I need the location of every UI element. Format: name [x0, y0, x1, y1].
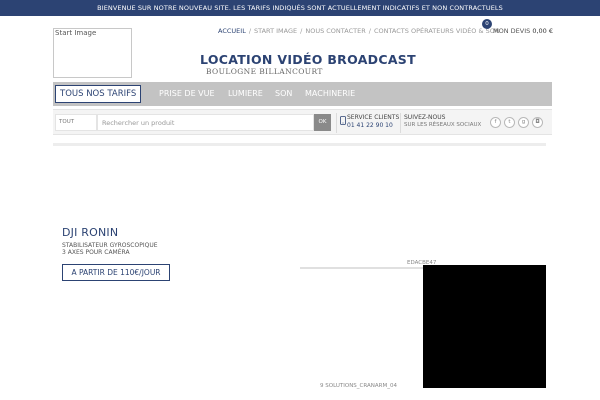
slide-title: DJI RONIN: [62, 226, 119, 239]
nav-item-lumiere[interactable]: LUMIERE: [228, 82, 263, 106]
site-logo[interactable]: Start Image: [53, 28, 132, 78]
breadcrumb-start-image-link[interactable]: START IMAGE: [254, 27, 297, 35]
site-title[interactable]: LOCATION VIDÉO BROADCAST: [200, 52, 416, 67]
search-input[interactable]: [97, 114, 314, 131]
nav-item-tous-nos-tarifs[interactable]: TOUS NOS TARIFS: [55, 85, 142, 103]
breadcrumb-operators-link[interactable]: CONTACTS OPÉRATEURS VIDÉO & SON: [374, 27, 500, 35]
nav-item-prise-de-vue[interactable]: PRISE DE VUE: [159, 82, 215, 106]
follow-us-label: SUIVEZ-NOUS: [404, 114, 446, 121]
video-player[interactable]: [423, 265, 546, 388]
service-clients-label: SERVICE CLIENTS: [347, 114, 400, 121]
search-category-select[interactable]: TOUT: [55, 114, 97, 131]
breadcrumb: ACCUEIL / START IMAGE / NOUS CONTACTER / CONTA…: [218, 27, 500, 35]
cart-link[interactable]: MON DEVIS 0,00 €: [493, 27, 553, 35]
service-phone-number[interactable]: 01 41 22 90 10: [347, 122, 393, 129]
follow-us-subtitle: SUR LES RÉSEAUX SOCIAUX: [404, 122, 482, 128]
announcement-bar: BIENVENUE SUR NOTRE NOUVEAU SITE. LES TA…: [0, 0, 600, 16]
divider: [400, 113, 401, 133]
facebook-icon[interactable]: f: [490, 117, 501, 128]
main-nav: TOUS NOS TARIFS PRISE DE VUE LUMIERE SON…: [53, 82, 552, 106]
nav-item-machinerie[interactable]: MACHINERIE: [305, 82, 355, 106]
slide-description-line: 3 AXES POUR CAMÉRA: [62, 248, 130, 256]
cart-amount: 0,00 €: [532, 27, 554, 35]
instagram-icon[interactable]: ◘: [532, 117, 543, 128]
slide-description: STABILISATEUR GYROSCOPIQUE 3 AXES POUR C…: [62, 242, 158, 256]
logo-alt-text: Start Image: [55, 29, 97, 37]
slider-divider: [300, 267, 423, 269]
breadcrumb-separator: /: [248, 27, 252, 35]
image-label-fragment: 9 SOLUTIONS_CRANARM_04: [320, 383, 397, 389]
twitter-icon[interactable]: t: [504, 117, 515, 128]
slider-top-border: [53, 143, 546, 146]
cart-count-badge[interactable]: 0: [482, 19, 492, 29]
site-subtitle: BOULOGNE BILLANCOURT: [206, 67, 323, 76]
search-bar: TOUT OK SERVICE CLIENTS 01 41 22 90 10 S…: [53, 109, 552, 135]
breadcrumb-contact-link[interactable]: NOUS CONTACTER: [305, 27, 365, 35]
breadcrumb-home-link[interactable]: ACCUEIL: [218, 27, 246, 35]
phone-icon: [340, 116, 346, 125]
search-button[interactable]: OK: [314, 114, 331, 131]
google-plus-icon[interactable]: g: [518, 117, 529, 128]
cart-label: MON DEVIS: [493, 27, 531, 35]
breadcrumb-separator: /: [368, 27, 371, 35]
divider: [336, 113, 337, 133]
nav-item-son[interactable]: SON: [275, 82, 292, 106]
announcement-text: BIENVENUE SUR NOTRE NOUVEAU SITE. LES TA…: [97, 4, 503, 12]
slide-price-button[interactable]: A PARTIR DE 110€/JOUR: [62, 264, 170, 281]
breadcrumb-separator: /: [300, 27, 303, 35]
